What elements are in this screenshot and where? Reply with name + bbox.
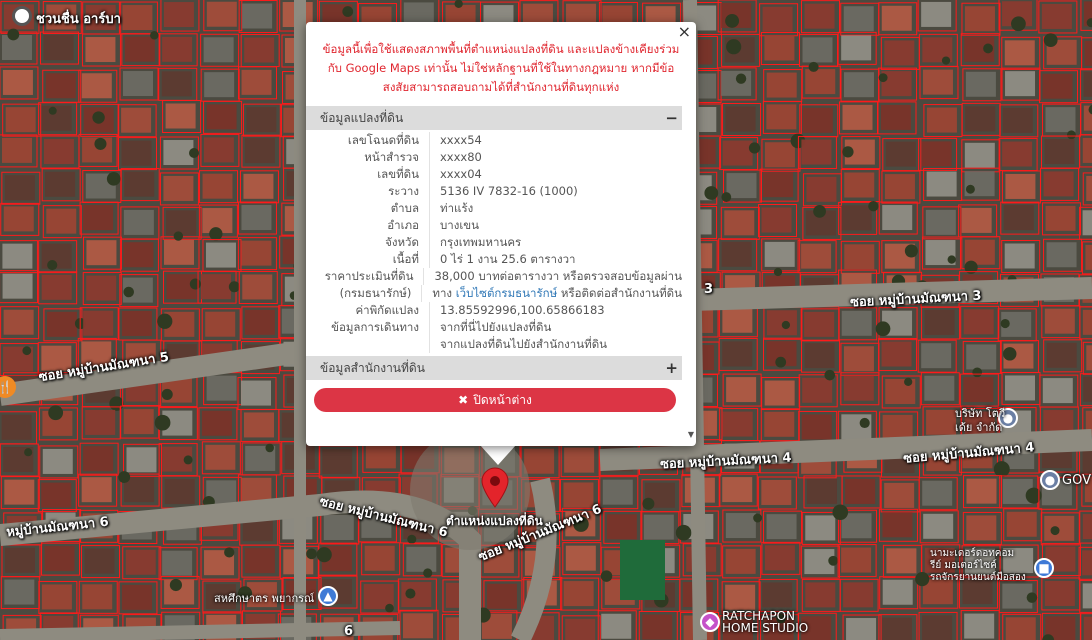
row-survey: หน้าสำรวจ xxxx80 bbox=[306, 149, 682, 166]
row-travel-2: จากแปลงที่ดินไปยังสำนักงานที่ดิน bbox=[306, 336, 682, 353]
value-survey: xxxx80 bbox=[440, 150, 482, 164]
close-window-button[interactable]: ✖ ปิดหน้าต่าง bbox=[314, 388, 676, 412]
parcel-info-table: เลขโฉนดที่ดิน xxxx54 หน้าสำรวจ xxxx80 เลขท… bbox=[306, 132, 682, 353]
value-province: กรุงเทพมหานคร bbox=[440, 235, 522, 249]
treasury-prefix: ทาง bbox=[432, 286, 453, 300]
street-label-top-left: ชวนชื่น อาร์บา bbox=[36, 12, 121, 27]
section-office-title: ข้อมูลสำนักงานที่ดิน bbox=[320, 361, 425, 375]
close-button-icon: ✖ bbox=[458, 393, 469, 407]
label-district: อำเภอ bbox=[306, 217, 430, 234]
label-land-no: เลขที่ดิน bbox=[306, 166, 430, 183]
label-price: ราคาประเมินที่ดิน bbox=[306, 268, 425, 285]
value-deed-no: xxxx54 bbox=[440, 133, 482, 147]
row-district: อำเภอ บางเขน bbox=[306, 217, 682, 234]
row-coord: ค่าพิกัดแปลง 13.85592996,100.65866183 bbox=[306, 302, 682, 319]
row-treasury: (กรมธนารักษ์) ทาง เว็บไซต์กรมธนารักษ์ หรื… bbox=[306, 285, 682, 302]
poi-studio[interactable]: RATCHAPON HOME STUDIO bbox=[722, 610, 808, 634]
value-treasury: ทาง เว็บไซต์กรมธนารักษ์ หรือติดต่อสำนักง… bbox=[422, 285, 682, 302]
row-sheet: ระวาง 5136 IV 7832-16 (1000) bbox=[306, 183, 682, 200]
label-area: เนื้อที่ bbox=[306, 251, 430, 268]
value-price: 38,000 บาทต่อตารางวา หรือตรวจสอบข้อมูลผ่… bbox=[434, 269, 682, 283]
close-button-label: ปิดหน้าต่าง bbox=[473, 392, 532, 407]
poi-gov[interactable]: GOV bbox=[1062, 474, 1091, 488]
travel-to-parcel-link[interactable]: จากที่นี่ไปยังแปลงที่ดิน bbox=[430, 319, 551, 336]
disclaimer-text: ข้อมูลนี้เพื่อใช้แสดงสภาพพื้นที่ตำแหน่งแ… bbox=[322, 42, 680, 94]
row-travel: ข้อมูลการเดินทาง จากที่นี่ไปยังแปลงที่ดิน bbox=[306, 319, 682, 336]
parcel-marker-icon[interactable] bbox=[480, 466, 510, 508]
treasury-website-link[interactable]: เว็บไซต์กรมธนารักษ์ bbox=[456, 286, 558, 300]
label-travel: ข้อมูลการเดินทาง bbox=[306, 319, 430, 336]
label-treasury: (กรมธนารักษ์) bbox=[306, 285, 423, 302]
label-sheet: ระวาง bbox=[306, 183, 430, 200]
section-parcel-header[interactable]: ข้อมูลแปลงที่ดิน − bbox=[306, 106, 682, 130]
row-deed-no: เลขโฉนดที่ดิน xxxx54 bbox=[306, 132, 682, 149]
section-parcel-title: ข้อมูลแปลงที่ดิน bbox=[320, 111, 404, 125]
value-district: บางเขน bbox=[440, 218, 480, 232]
row-price: ราคาประเมินที่ดิน 38,000 บาทต่อตารางวา หร… bbox=[306, 268, 682, 285]
scroll-down-icon[interactable]: ▼ bbox=[688, 430, 694, 439]
coord-link[interactable]: 13.85592996,100.65866183 bbox=[430, 302, 605, 319]
poi-company[interactable]: บริษัท โตวี เด้ย จำกัด bbox=[955, 407, 1005, 435]
value-subdistrict: ท่าแร้ง bbox=[440, 201, 474, 215]
gov-pin-icon[interactable]: ● bbox=[1040, 470, 1060, 490]
studio-pin-icon[interactable]: ◆ bbox=[700, 612, 720, 632]
parcel-marker-label: ตำแหน่งแปลงที่ดิน bbox=[446, 514, 543, 528]
row-subdistrict: ตำบล ท่าแร้ง bbox=[306, 200, 682, 217]
expand-icon[interactable]: + bbox=[665, 356, 678, 380]
label-province: จังหวัด bbox=[306, 234, 430, 251]
label-survey: หน้าสำรวจ bbox=[306, 149, 430, 166]
poi-motor[interactable]: นามะเดอร์ดอทคอม รีย์ มอเตอร์ไซค์ รถจักรย… bbox=[930, 548, 1026, 584]
collapse-icon[interactable]: − bbox=[665, 106, 678, 130]
poi-school[interactable]: สหศึกษาตร พยากรณ์ bbox=[214, 592, 314, 606]
close-icon[interactable]: × bbox=[678, 24, 691, 40]
value-land-no: xxxx04 bbox=[440, 167, 482, 181]
row-area: เนื้อที่ 0 ไร่ 1 งาน 25.6 ตารางวา bbox=[306, 251, 682, 268]
popup-tail bbox=[480, 445, 516, 465]
school-pin-icon[interactable]: ▲ bbox=[318, 586, 338, 606]
travel-to-office-link[interactable]: จากแปลงที่ดินไปยังสำนักงานที่ดิน bbox=[430, 336, 607, 353]
label-subdistrict: ตำบล bbox=[306, 200, 430, 217]
label-coord: ค่าพิกัดแปลง bbox=[306, 302, 430, 319]
row-land-no: เลขที่ดิน xxxx04 bbox=[306, 166, 682, 183]
parcel-info-popup: × ข้อมูลนี้เพื่อใช้แสดงสภาพพื้นที่ตำแหน่… bbox=[306, 22, 696, 446]
section-office-header[interactable]: ข้อมูลสำนักงานที่ดิน + bbox=[306, 356, 682, 380]
row-province: จังหวัด กรุงเทพมหานคร bbox=[306, 234, 682, 251]
shop-pin-icon[interactable]: ■ bbox=[1034, 558, 1054, 578]
street-label-6-bottom: 6 bbox=[344, 624, 354, 639]
location-pin-icon[interactable] bbox=[12, 6, 32, 26]
label-travel-empty bbox=[306, 336, 430, 353]
treasury-suffix: หรือติดต่อสำนักงานที่ดิน bbox=[560, 286, 682, 300]
street-label-3-edge: 3 bbox=[704, 282, 714, 297]
value-area: 0 ไร่ 1 งาน 25.6 ตารางวา bbox=[440, 252, 576, 266]
label-deed-no: เลขโฉนดที่ดิน bbox=[306, 132, 430, 149]
value-sheet: 5136 IV 7832-16 (1000) bbox=[440, 184, 578, 198]
